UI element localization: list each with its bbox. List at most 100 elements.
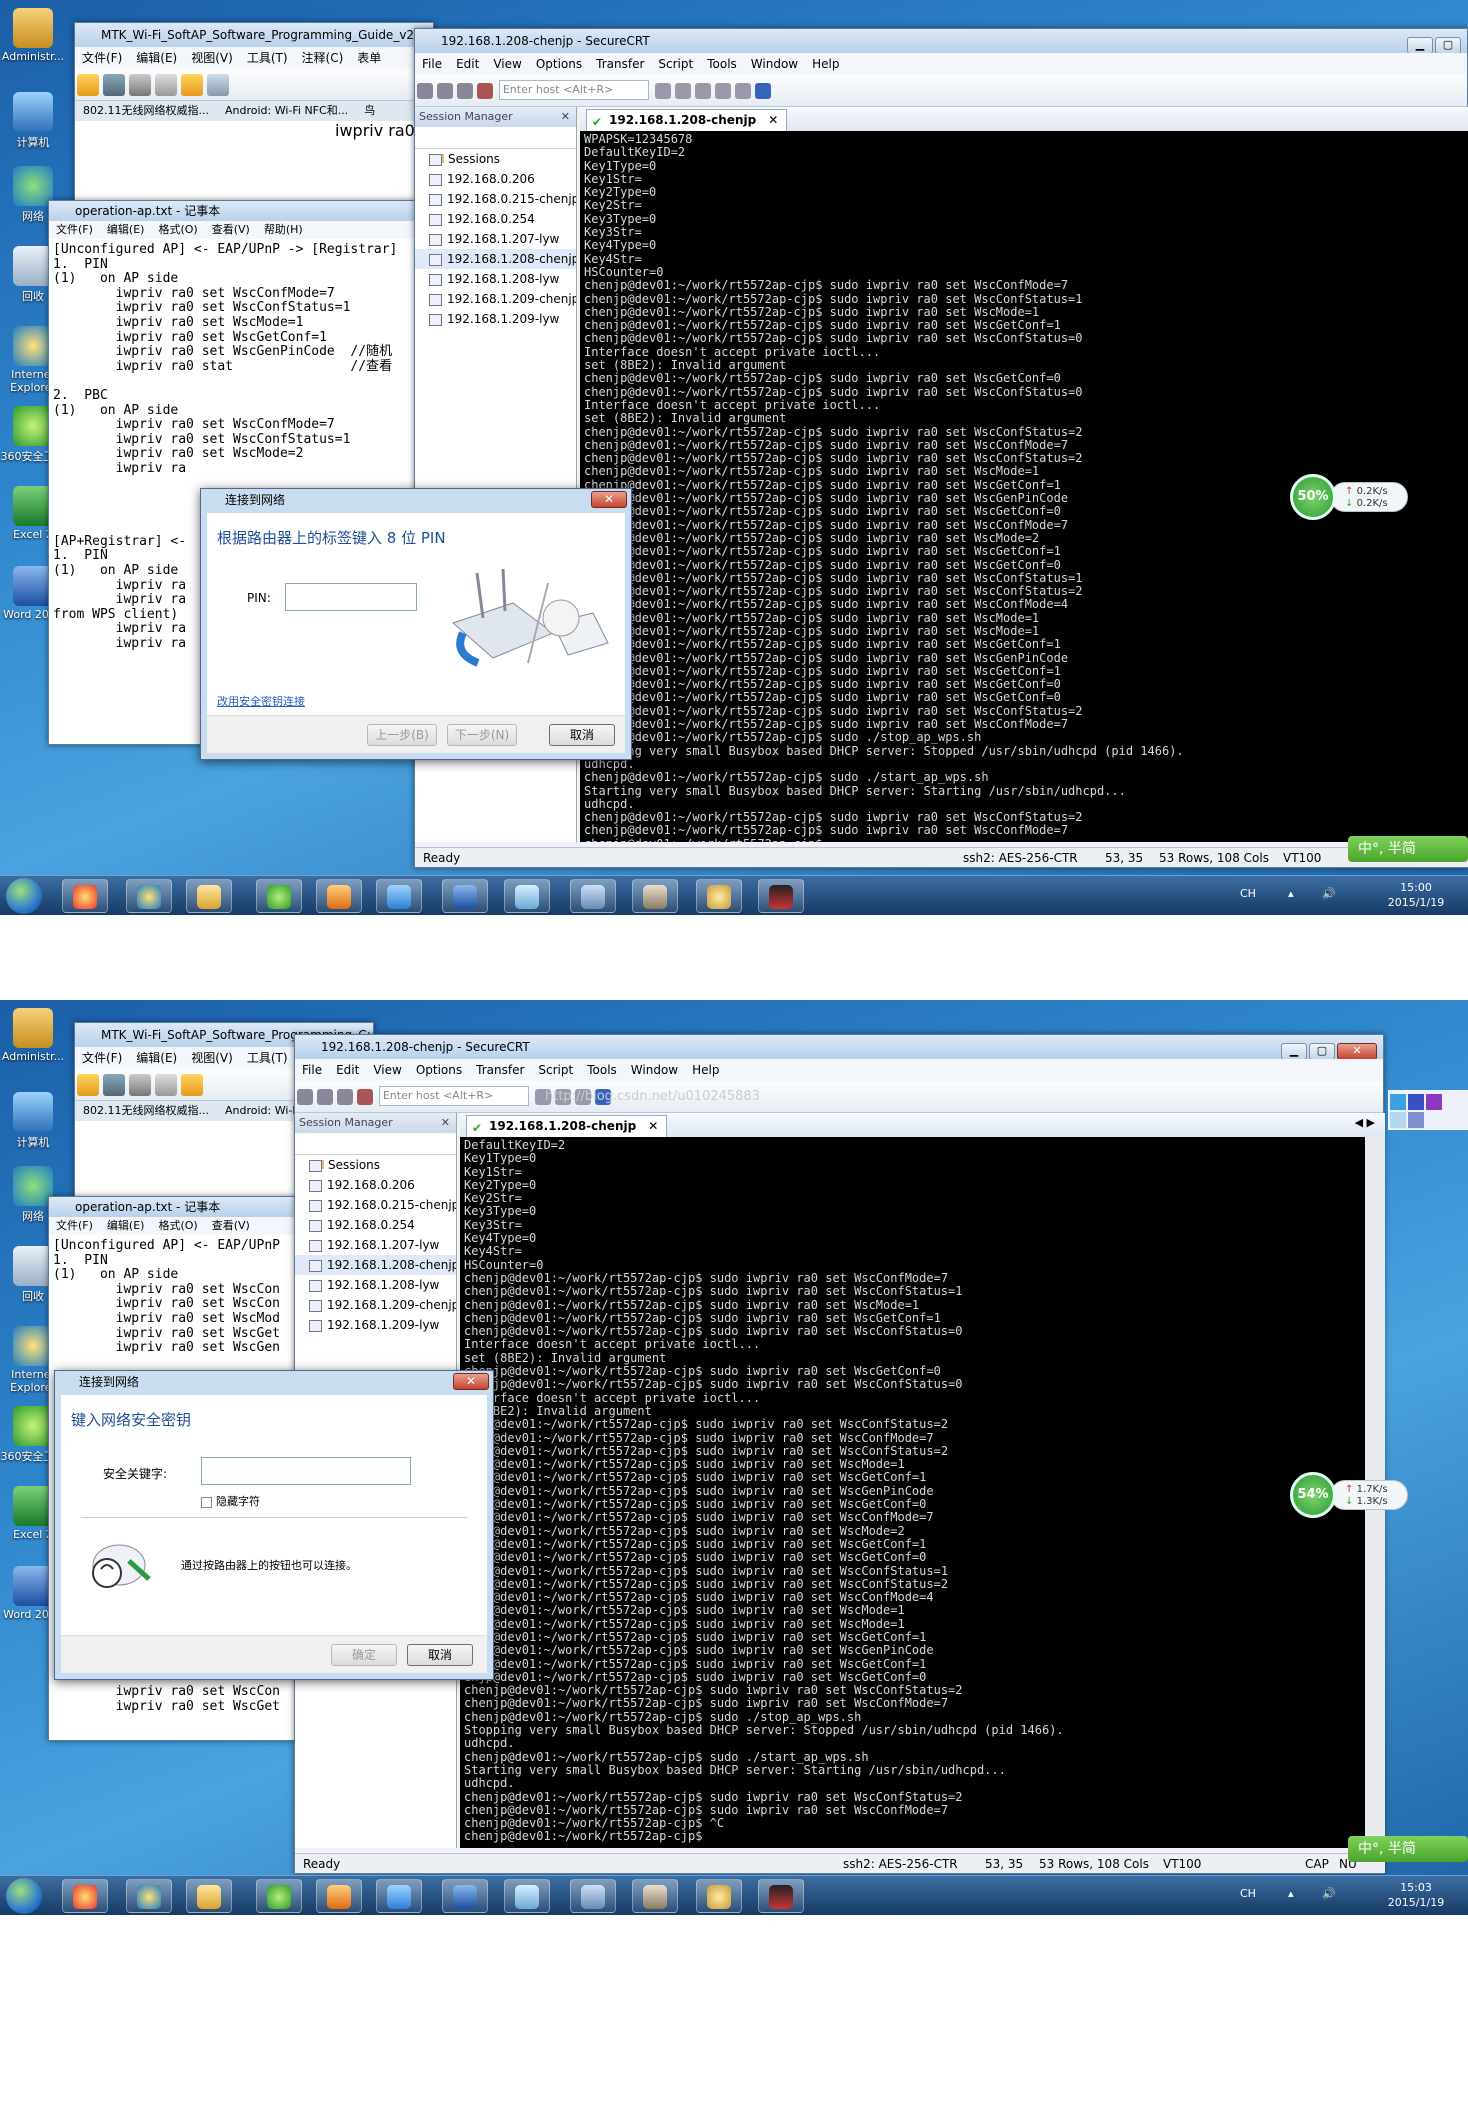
taskbar-qq-icon[interactable] [376,1879,422,1913]
color-swatch[interactable] [1426,1094,1442,1110]
crt-menu-window[interactable]: Window [744,57,805,71]
session-item[interactable]: 192.168.0.206 [295,1175,456,1195]
session-item[interactable]: 192.168.0.215-chenjp [295,1195,456,1215]
session-item[interactable]: 192.168.0.206 [415,169,576,189]
session-item[interactable]: 192.168.1.209-chenjp [415,289,576,309]
taskbar-ie-icon[interactable] [126,1879,172,1913]
taskbar-360-icon[interactable] [62,1879,108,1913]
crt-menu-tools[interactable]: Tools [580,1063,624,1077]
crt-menu-script[interactable]: Script [651,57,700,71]
tab-session[interactable]: ✔ 192.168.1.208-chenjp ✕ [466,1115,668,1137]
crt-menu-view[interactable]: View [486,57,528,71]
menu-comment[interactable]: 注释(C) [295,51,351,65]
input-lang[interactable]: CH [1240,1886,1256,1901]
crt-menu-file[interactable]: File [295,1063,329,1077]
email-icon[interactable] [155,1074,177,1096]
minimize-icon[interactable]: ▁ [1281,1043,1307,1059]
volume-icon[interactable]: 🔊 [1322,886,1336,901]
disconnect-icon[interactable] [357,1089,373,1105]
show-hidden-icons[interactable]: ▴ [1288,886,1294,901]
crt-menu-edit[interactable]: Edit [329,1063,366,1077]
doc-tab-1[interactable]: 802.11无线网络权威指... [75,104,217,117]
maximize-icon[interactable]: ▢ [1435,37,1461,53]
taskbar-reader-icon[interactable] [316,1879,362,1913]
start-button[interactable] [6,1878,42,1914]
color-swatch[interactable] [1408,1112,1424,1128]
menu-tools[interactable]: 工具(T) [240,51,295,65]
connect-icon[interactable] [417,83,433,99]
doc-tab-3[interactable]: 鸟 [356,104,383,117]
taskbar-ie-icon[interactable] [126,879,172,913]
crt-menu-window[interactable]: Window [624,1063,685,1077]
close-icon[interactable]: ✕ [768,113,778,127]
menu-edit[interactable]: 编辑(E) [129,1051,184,1065]
hand-tool-icon[interactable] [181,1074,203,1096]
np-menu-format[interactable]: 格式(O) [151,1219,204,1232]
np-menu-edit[interactable]: 编辑(E) [100,223,152,236]
menu-view[interactable]: 视图(V) [184,51,240,65]
desktop-icon-computer[interactable]: 计算机 [0,92,66,150]
session-item[interactable]: 192.168.1.207-lyw [295,1235,456,1255]
pin-input[interactable] [285,583,417,611]
crt-menu-tools[interactable]: Tools [700,57,744,71]
clock[interactable]: 15:03 2015/1/19 [1378,1880,1454,1910]
crt-menu-options[interactable]: Options [409,1063,469,1077]
select-tool-icon[interactable] [207,74,229,96]
np-menu-format[interactable]: 格式(O) [151,223,204,236]
taskbar-paint-icon[interactable] [696,1879,742,1913]
session-item[interactable]: 192.168.1.209-lyw [415,309,576,329]
session-item[interactable]: 192.168.0.254 [415,209,576,229]
save-icon[interactable] [103,74,125,96]
crt-menu-transfer[interactable]: Transfer [589,57,651,71]
tab-session[interactable]: ✔ 192.168.1.208-chenjp ✕ [586,109,788,131]
taskbar-network-icon[interactable] [570,879,616,913]
cancel-button[interactable]: 取消 [407,1644,473,1666]
email-icon[interactable] [155,74,177,96]
session-item[interactable]: 192.168.1.209-chenjp [295,1295,456,1315]
connect-icon[interactable] [297,1089,313,1105]
close-icon[interactable]: ✕ [648,1119,658,1133]
crt-menu-help[interactable]: Help [685,1063,726,1077]
ime-bar[interactable]: 中°, 半简 [1348,1836,1468,1862]
close-icon[interactable]: ✕ [441,1113,450,1133]
save-icon[interactable] [103,1074,125,1096]
net-speed-widget[interactable]: ↑ 0.2K/s ↓ 0.2K/s 50% [1290,474,1408,520]
hide-chars-checkbox[interactable]: 隐藏字符 [201,1493,260,1509]
np-menu-file[interactable]: 文件(F) [49,223,100,236]
crt-menu-file[interactable]: File [415,57,449,71]
host-input[interactable]: Enter host <Alt+R> [498,80,649,100]
next-button[interactable]: 下一步(N) [447,724,517,746]
taskbar-360-icon[interactable] [62,879,108,913]
hand-tool-icon[interactable] [181,74,203,96]
np-menu-view[interactable]: 查看(V) [205,1219,257,1232]
cancel-button[interactable]: 取消 [549,724,615,746]
session-item[interactable]: 192.168.1.208-lyw [415,269,576,289]
desktop-icon-admin[interactable]: Administr... [0,8,66,63]
quick-connect-icon[interactable] [437,83,453,99]
print-icon[interactable] [129,74,151,96]
find-icon[interactable] [694,83,711,99]
sessions-root[interactable]: Sessions [295,1155,456,1175]
session-item[interactable]: 192.168.1.208-chenjp [295,1255,456,1275]
crt-menu-script[interactable]: Script [531,1063,580,1077]
taskbar-network-icon[interactable] [570,1879,616,1913]
taskbar-explorer-icon[interactable] [186,879,232,913]
session-item[interactable]: 192.168.1.209-lyw [295,1315,456,1335]
quick-connect-icon[interactable] [317,1089,333,1105]
session-item[interactable]: 192.168.0.254 [295,1215,456,1235]
clock[interactable]: 15:00 2015/1/19 [1378,880,1454,910]
terminal[interactable]: DefaultKeyID=2 Key1Type=0 Key1Str= Key2T… [460,1137,1365,1848]
volume-icon[interactable]: 🔊 [1322,1886,1336,1901]
taskbar-securecrt-icon[interactable] [632,879,678,913]
reconnect-icon[interactable] [337,1089,353,1105]
open-icon[interactable] [77,74,99,96]
menu-forms[interactable]: 表单 [350,51,388,65]
ok-button[interactable]: 确定 [331,1644,397,1666]
taskbar-paint-icon[interactable] [696,879,742,913]
menu-edit[interactable]: 编辑(E) [129,51,184,65]
print-icon[interactable] [129,1074,151,1096]
notepad-text-lower[interactable]: iwpriv ra0 set WscCon iwpriv ra0 set Wsc… [49,1681,284,1718]
close-icon[interactable]: ✕ [561,107,570,127]
close-icon[interactable]: ✕ [1337,1043,1377,1059]
session-item[interactable]: 192.168.1.208-lyw [295,1275,456,1295]
